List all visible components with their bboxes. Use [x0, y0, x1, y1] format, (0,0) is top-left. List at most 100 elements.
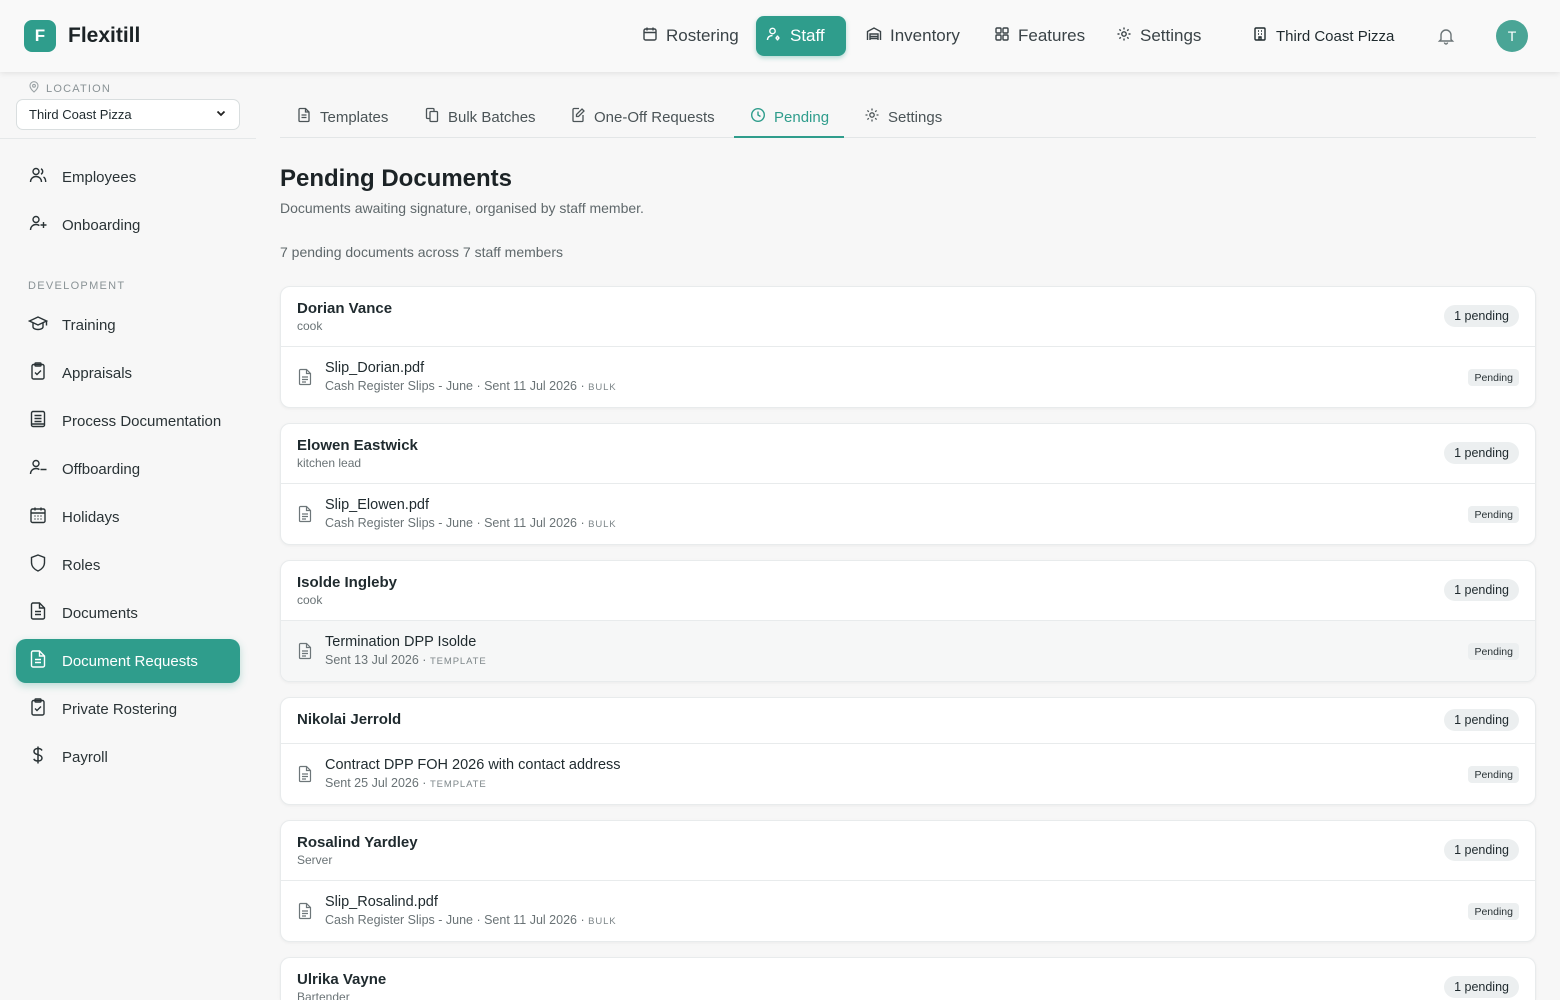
document-tabs: Templates Bulk Batches One-Off Requests … — [280, 96, 1536, 138]
warehouse-icon — [866, 26, 882, 47]
document-meta: Cash Register Slips - June · Sent 11 Jul… — [325, 913, 617, 927]
pending-count-badge: 1 pending — [1444, 709, 1519, 731]
file-text-icon — [297, 902, 313, 920]
status-badge: Pending — [1468, 766, 1519, 783]
location-select[interactable]: Third Coast Pizza — [16, 99, 240, 130]
page-subtitle: Documents awaiting signature, organised … — [280, 200, 644, 216]
sidebar-item-label: Payroll — [62, 748, 108, 766]
file-text-icon — [28, 601, 48, 625]
sidebar-item-holidays[interactable]: Holidays — [16, 495, 240, 539]
sidebar-item-label: Documents — [62, 604, 138, 622]
nav-settings[interactable]: Settings — [1106, 16, 1211, 56]
nav-inventory[interactable]: Inventory — [856, 16, 970, 56]
sidebar-item-training[interactable]: Training — [16, 303, 240, 347]
sidebar-item-payroll[interactable]: Payroll — [16, 735, 240, 779]
staff-card: Elowen Eastwick kitchen lead 1 pending S… — [280, 423, 1536, 545]
gear-icon — [1116, 26, 1132, 47]
document-meta: Cash Register Slips - June · Sent 11 Jul… — [325, 379, 617, 393]
sidebar-item-label: Offboarding — [62, 460, 141, 478]
tab-templates[interactable]: Templates — [296, 96, 388, 138]
staff-card-header[interactable]: Rosalind Yardley Server 1 pending — [281, 821, 1535, 881]
staff-card-header[interactable]: Ulrika Vayne Bartender 1 pending — [281, 958, 1535, 1000]
top-bar: F Flexitill Rostering Staff Inventory Fe… — [0, 0, 1560, 72]
document-type-tag: BULK — [588, 519, 617, 530]
nav-features[interactable]: Features — [984, 16, 1095, 56]
sidebar-item-employees[interactable]: Employees — [16, 155, 240, 199]
pending-summary: 7 pending documents across 7 staff membe… — [280, 244, 564, 260]
staff-role: Bartender — [297, 990, 350, 1000]
staff-card-header[interactable]: Isolde Ingleby cook 1 pending — [281, 561, 1535, 621]
tab-label: One-Off Requests — [594, 108, 715, 126]
document-row[interactable]: Slip_Dorian.pdf Cash Register Slips - Ju… — [281, 347, 1535, 407]
pending-count-badge: 1 pending — [1444, 305, 1519, 327]
document-title: Slip_Dorian.pdf — [325, 360, 425, 376]
location-select-value: Third Coast Pizza — [29, 107, 132, 122]
nav-label: Rostering — [666, 26, 739, 45]
sidebar-item-offboarding[interactable]: Offboarding — [16, 447, 240, 491]
document-row[interactable]: Slip_Rosalind.pdf Cash Register Slips - … — [281, 881, 1535, 941]
sidebar-item-document-requests[interactable]: Document Requests — [16, 639, 240, 683]
tab-label: Settings — [888, 108, 943, 126]
tab-bulk-batches[interactable]: Bulk Batches — [424, 96, 536, 138]
shield-icon — [28, 553, 48, 577]
staff-name: Isolde Ingleby — [297, 574, 398, 591]
staff-card: Rosalind Yardley Server 1 pending Slip_R… — [280, 820, 1536, 942]
nav-label: Settings — [1140, 26, 1202, 45]
tab-pending[interactable]: Pending — [750, 96, 829, 138]
document-type-tag: TEMPLATE — [429, 656, 487, 667]
logo-icon[interactable]: F — [24, 20, 56, 52]
file-text-icon — [297, 765, 313, 783]
grid-icon — [994, 26, 1010, 47]
staff-card-header[interactable]: Nikolai Jerrold 1 pending — [281, 698, 1535, 744]
pending-count-badge: 1 pending — [1444, 579, 1519, 601]
sidebar-item-label: Process Documentation — [62, 412, 222, 430]
staff-name: Ulrika Vayne — [297, 971, 387, 988]
location-switcher[interactable]: Third Coast Pizza — [1242, 16, 1404, 56]
sidebar-section-development: DEVELOPMENT — [28, 280, 126, 292]
nav-rostering[interactable]: Rostering — [632, 16, 749, 56]
calendar-icon — [642, 26, 658, 47]
document-row[interactable]: Termination DPP Isolde Sent 13 Jul 2026 … — [281, 621, 1535, 681]
tab-one-off-requests[interactable]: One-Off Requests — [570, 96, 715, 138]
nav-staff[interactable]: Staff — [756, 16, 846, 56]
sidebar-item-private-rostering[interactable]: Private Rostering — [16, 687, 240, 731]
sidebar-item-appraisals[interactable]: Appraisals — [16, 351, 240, 395]
document-row[interactable]: Slip_Elowen.pdf Cash Register Slips - Ju… — [281, 484, 1535, 544]
document-type-tag: BULK — [588, 916, 617, 927]
sidebar-item-label: Appraisals — [62, 364, 133, 382]
calendar-days-icon — [28, 505, 48, 529]
nav-label: Staff — [790, 26, 825, 45]
sidebar-item-onboarding[interactable]: Onboarding — [16, 203, 240, 247]
document-meta-text: Sent 25 Jul 2026 · — [325, 776, 430, 790]
book-icon — [28, 409, 48, 433]
staff-card-header[interactable]: Elowen Eastwick kitchen lead 1 pending — [281, 424, 1535, 484]
document-title: Contract DPP FOH 2026 with contact addre… — [325, 757, 621, 773]
status-badge: Pending — [1468, 643, 1519, 660]
chevron-down-icon — [215, 107, 227, 122]
sidebar-item-roles[interactable]: Roles — [16, 543, 240, 587]
app-name[interactable]: Flexitill — [68, 24, 140, 48]
sidebar-item-label: Holidays — [62, 508, 120, 526]
staff-role: cook — [297, 593, 323, 607]
bell-icon[interactable] — [1436, 26, 1456, 46]
document-meta-text: Cash Register Slips - June · Sent 11 Jul… — [325, 913, 589, 927]
sidebar-item-documents[interactable]: Documents — [16, 591, 240, 635]
tab-label: Bulk Batches — [448, 108, 536, 126]
avatar[interactable]: T — [1496, 20, 1528, 52]
graduation-cap-icon — [27, 313, 49, 337]
files-icon — [424, 107, 440, 127]
sidebar-item-label: Training — [62, 316, 116, 334]
building-icon — [1252, 26, 1268, 46]
file-text-icon — [297, 368, 313, 386]
staff-card-header[interactable]: Dorian Vance cook 1 pending — [281, 287, 1535, 347]
document-row[interactable]: Contract DPP FOH 2026 with contact addre… — [281, 744, 1535, 804]
sidebar-item-process-documentation[interactable]: Process Documentation — [16, 399, 240, 443]
document-meta: Sent 25 Jul 2026 · TEMPLATE — [325, 776, 487, 790]
staff-card: Ulrika Vayne Bartender 1 pending — [280, 957, 1536, 1000]
tab-settings[interactable]: Settings — [864, 96, 942, 138]
file-text-icon — [297, 505, 313, 523]
document-type-tag: BULK — [588, 382, 617, 393]
file-text-icon — [28, 649, 48, 673]
gear-icon — [864, 107, 880, 127]
staff-role: cook — [297, 319, 323, 333]
